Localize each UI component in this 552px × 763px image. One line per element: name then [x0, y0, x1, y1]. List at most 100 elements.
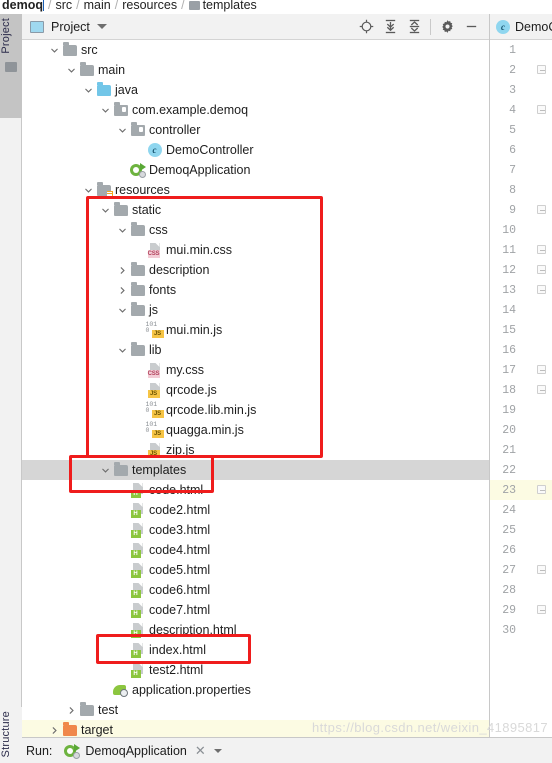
rail-tab-structure[interactable]: Structure [0, 707, 22, 763]
minimize-icon[interactable] [460, 16, 482, 38]
tree-row[interactable]: fonts [22, 280, 489, 300]
chevron-down-icon[interactable] [98, 100, 112, 120]
tree-row[interactable]: Hindex.html [22, 640, 489, 660]
tree-row[interactable]: Hcode6.html [22, 580, 489, 600]
chevron-right-icon[interactable] [115, 260, 129, 280]
close-icon[interactable]: ✕ [195, 743, 206, 759]
chevron-right-icon[interactable] [115, 280, 129, 300]
fold-marker-icon[interactable] [537, 245, 546, 254]
html-file-icon: H [130, 662, 145, 678]
editor-line: 25 [490, 520, 552, 540]
editor-tab-democontroller[interactable]: c DemoController [496, 19, 552, 34]
tree-row[interactable]: css [22, 220, 489, 240]
chevron-down-icon[interactable] [47, 40, 61, 60]
chevron-right-icon[interactable] [64, 700, 78, 720]
chevron-down-icon[interactable] [115, 120, 129, 140]
breadcrumb: demoq / src / main / resources / templates [0, 0, 552, 14]
tree-row[interactable]: Hcode5.html [22, 560, 489, 580]
fold-marker-icon[interactable] [537, 485, 546, 494]
tree-row[interactable]: js [22, 300, 489, 320]
fold-marker-icon[interactable] [537, 265, 546, 274]
tree-row[interactable]: c DemoController [22, 140, 489, 160]
tree-row[interactable]: lib [22, 340, 489, 360]
collapse-all-icon[interactable] [403, 16, 425, 38]
tree-row[interactable]: main [22, 60, 489, 80]
tree-row[interactable]: 101 0 JS qrcode.lib.min.js [22, 400, 489, 420]
tree-row[interactable]: java [22, 80, 489, 100]
chevron-down-icon[interactable] [98, 460, 112, 480]
chevron-down-icon[interactable] [115, 220, 129, 240]
tree-row[interactable]: Hcode7.html [22, 600, 489, 620]
breadcrumb-folder-icon [188, 1, 200, 10]
tree-row[interactable]: CSS my.css [22, 360, 489, 380]
fold-marker-icon[interactable] [537, 385, 546, 394]
watermark-text: https://blog.csdn.net/weixin_41895817 [312, 720, 548, 735]
chevron-down-icon[interactable] [213, 748, 222, 753]
tree-row[interactable]: templates [22, 460, 489, 480]
rail-tab-project[interactable]: Project [0, 14, 22, 118]
editor-line: 26 [490, 540, 552, 560]
css-file-icon: CSS [147, 362, 162, 378]
tree-row[interactable]: DemoqApplication [22, 160, 489, 180]
fold-marker-icon[interactable] [537, 565, 546, 574]
fold-marker-icon[interactable] [537, 65, 546, 74]
tree-row[interactable]: Hcode4.html [22, 540, 489, 560]
run-bar-label: Run: [26, 743, 53, 758]
fold-marker-icon[interactable] [537, 365, 546, 374]
minified-js-file-icon: 101 0 JS [146, 321, 164, 338]
tree-row[interactable]: application.properties [22, 680, 489, 700]
tree-row-label: code7.html [149, 603, 211, 617]
package-icon [113, 102, 128, 116]
chevron-right-icon[interactable] [47, 720, 61, 737]
tree-row[interactable]: JS zip.js [22, 440, 489, 460]
expand-all-icon[interactable] [379, 16, 401, 38]
chevron-down-icon[interactable] [115, 300, 129, 320]
fold-marker-icon[interactable] [537, 205, 546, 214]
chevron-down-icon[interactable] [81, 80, 95, 100]
tree-row[interactable]: resources [22, 180, 489, 200]
chevron-down-icon[interactable] [115, 340, 129, 360]
editor-line: 19 [490, 400, 552, 420]
run-config-name[interactable]: DemoqApplication [85, 744, 186, 758]
chevron-down-icon[interactable] [98, 200, 112, 220]
tree-row[interactable]: com.example.demoq [22, 100, 489, 120]
breadcrumb-item-main[interactable]: main [84, 0, 111, 11]
tree-row[interactable]: CSS mui.min.css [22, 240, 489, 260]
tree-row[interactable]: Hcode3.html [22, 520, 489, 540]
tree-row-label: code3.html [149, 523, 211, 537]
chevron-down-icon[interactable] [64, 60, 78, 80]
gear-icon[interactable] [436, 16, 458, 38]
tree-row[interactable]: Htest2.html [22, 660, 489, 680]
tree-row[interactable]: controller [22, 120, 489, 140]
tree-row[interactable]: JS qrcode.js [22, 380, 489, 400]
tree-row[interactable]: 101 0 JS quagga.min.js [22, 420, 489, 440]
breadcrumb-item-demoq[interactable]: demoq [2, 0, 43, 11]
chevron-down-icon[interactable] [81, 180, 95, 200]
folder-icon [130, 282, 145, 296]
breadcrumb-item-resources[interactable]: resources [122, 0, 177, 11]
tree-row[interactable]: description [22, 260, 489, 280]
chevron-down-icon[interactable] [96, 24, 107, 29]
locate-in-tree-icon[interactable] [355, 16, 377, 38]
fold-marker-icon[interactable] [537, 285, 546, 294]
breadcrumb-item-src[interactable]: src [55, 0, 72, 11]
breadcrumb-item-templates[interactable]: templates [203, 0, 257, 11]
tree-row[interactable]: Hcode2.html [22, 500, 489, 520]
fold-marker-icon[interactable] [537, 105, 546, 114]
tree-row[interactable]: static [22, 200, 489, 220]
tree-row[interactable]: src [22, 40, 489, 60]
fold-marker-icon[interactable] [537, 605, 546, 614]
tree-row[interactable]: test [22, 700, 489, 720]
tree-row[interactable]: 101 0 JS mui.min.js [22, 320, 489, 340]
project-panel-title-group[interactable]: Project [22, 20, 107, 34]
editor-line: 10 [490, 220, 552, 240]
tree-row[interactable]: Hcode.html [22, 480, 489, 500]
line-number: 8 [509, 183, 516, 197]
project-tree[interactable]: src main java com.example.demoq controller c D… [22, 40, 489, 737]
editor-gutter[interactable]: 1 2 3 4 5 6 7 8 9 10 11 12 13 14 15 16 17 18 19 20 21 22 23 24 2… [490, 40, 552, 737]
tree-row[interactable]: Hdescription.html [22, 620, 489, 640]
tree-row-label: js [149, 303, 159, 317]
